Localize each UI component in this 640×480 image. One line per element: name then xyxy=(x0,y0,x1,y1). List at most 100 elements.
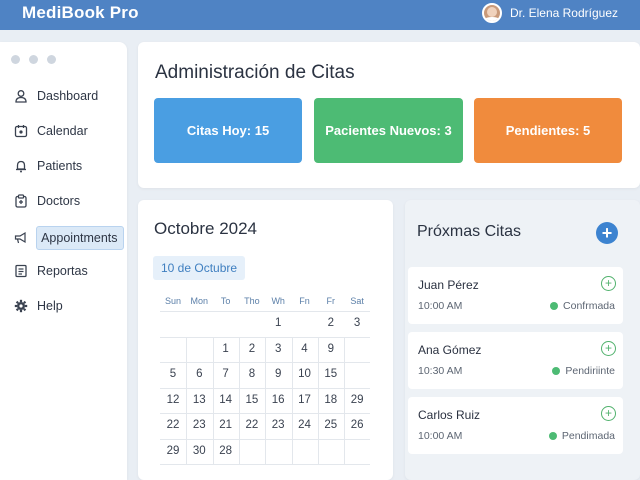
calendar-day[interactable]: 26 xyxy=(344,419,370,431)
status-text: Confrmada xyxy=(563,300,615,312)
calendar-day[interactable]: 4 xyxy=(292,343,318,355)
calendar-day[interactable]: 7 xyxy=(213,368,239,380)
weekday-label: Sun xyxy=(164,296,181,306)
calendar-day[interactable]: 2 xyxy=(239,343,265,355)
sidebar-item-dashboard[interactable]: Dashboard xyxy=(12,84,124,108)
appointment-time: 10:00 AM xyxy=(418,430,463,442)
sidebar-item-label: Doctors xyxy=(37,194,81,208)
calendar-day[interactable]: 22 xyxy=(160,419,186,431)
calendar-day[interactable]: 23 xyxy=(186,419,212,431)
add-circle-icon[interactable]: + xyxy=(601,406,616,421)
sidebar-item-appointments[interactable]: Appointments xyxy=(12,226,124,250)
calendar-day[interactable]: 18 xyxy=(318,394,344,406)
calendar-day[interactable]: 12 xyxy=(160,394,186,406)
calendar-day[interactable]: 30 xyxy=(186,445,212,457)
sidebar-item-doctors[interactable]: Doctors xyxy=(12,189,124,213)
upcoming-title: Próxmas Citas xyxy=(417,223,522,240)
user-menu[interactable]: Dr. Elena Rodríguez xyxy=(481,0,618,26)
grid-line xyxy=(160,311,371,312)
calendar-day[interactable]: 15 xyxy=(318,368,344,380)
top-bar: MediBook Pro Dr. Elena Rodríguez xyxy=(0,0,640,30)
patient-name: Ana Gómez xyxy=(418,343,482,357)
appointment-card[interactable]: Ana Gómez 10:30 AM + Pendiriinte xyxy=(408,332,623,389)
add-circle-icon[interactable]: + xyxy=(601,276,616,291)
app-title: MediBook Pro xyxy=(22,3,139,22)
status-dot-icon xyxy=(552,367,561,375)
calendar-day[interactable]: 9 xyxy=(265,368,291,380)
megaphone-icon xyxy=(12,229,29,247)
status-badge: Pendimada xyxy=(548,430,615,442)
dot-icon xyxy=(47,55,56,64)
calendar-month-title: Octobre 2024 xyxy=(154,219,258,238)
stat-card-new-patients[interactable]: Pacientes Nuevos: 3 xyxy=(314,98,463,163)
user-icon xyxy=(12,87,30,105)
gear-icon xyxy=(12,297,30,315)
calendar-day[interactable]: 23 xyxy=(265,419,291,431)
add-circle-icon[interactable]: + xyxy=(601,341,616,356)
sidebar-item-label: Patients xyxy=(37,159,83,173)
sidebar: Dashboard Calendar Patients Doctors Appo… xyxy=(0,42,127,480)
weekday-label: To xyxy=(220,296,231,306)
calendar-day[interactable]: 29 xyxy=(344,394,370,406)
calendar-day[interactable]: 1 xyxy=(213,343,239,355)
calendar-day[interactable]: 6 xyxy=(186,368,212,380)
calendar-day[interactable]: 21 xyxy=(213,419,239,431)
weekday-label: Fn xyxy=(299,296,310,306)
sidebar-item-patients[interactable]: Patients xyxy=(12,154,124,178)
calendar-day[interactable]: 17 xyxy=(292,394,318,406)
upcoming-panel: Próxmas Citas + Juan Pérez 10:00 AM + Co… xyxy=(405,200,640,480)
stat-card-today[interactable]: Citas Hoy: 15 xyxy=(154,98,302,163)
calendar-icon xyxy=(12,122,30,140)
calendar-day[interactable]: 24 xyxy=(292,419,318,431)
sidebar-item-calendar[interactable]: Calendar xyxy=(12,119,124,143)
sidebar-item-label: Appointments xyxy=(36,226,124,250)
status-dot-icon xyxy=(548,432,557,440)
weekday-label: Fr xyxy=(326,296,336,306)
status-badge: Pendiriinte xyxy=(552,365,615,377)
calendar-day[interactable]: 5 xyxy=(160,368,186,380)
bell-icon xyxy=(12,157,30,175)
window-dots xyxy=(11,55,56,64)
user-name: Dr. Elena Rodríguez xyxy=(509,6,618,20)
stat-card-pending[interactable]: Pendientes: 5 xyxy=(474,98,622,163)
calendar-day[interactable]: 16 xyxy=(265,394,291,406)
add-appointment-button[interactable]: + xyxy=(596,222,618,244)
weekday-label: Sat xyxy=(350,296,364,306)
calendar-day[interactable]: 29 xyxy=(160,445,186,457)
appointment-card[interactable]: Carlos Ruiz 10:00 AM + Pendimada xyxy=(408,397,623,454)
sidebar-item-label: Dashboard xyxy=(37,89,99,103)
calendar-day[interactable]: 28 xyxy=(213,445,239,457)
calendar-day[interactable]: 25 xyxy=(318,419,344,431)
selected-date-chip[interactable]: 10 de Octubre xyxy=(153,256,246,280)
weekday-label: Tho xyxy=(244,296,260,306)
clipboard-icon xyxy=(12,192,30,210)
status-text: Pendimada xyxy=(561,430,615,442)
calendar-day[interactable]: 9 xyxy=(318,343,344,355)
sidebar-item-label: Help xyxy=(37,299,63,313)
dot-icon xyxy=(11,55,20,64)
status-text: Pendiriinte xyxy=(565,365,615,377)
status-dot-icon xyxy=(550,302,559,310)
admin-panel: Administración de Citas Citas Hoy: 15 Pa… xyxy=(138,42,640,188)
grid-line xyxy=(160,464,371,465)
calendar-day[interactable]: 2 xyxy=(318,317,344,329)
document-icon xyxy=(12,262,30,280)
sidebar-item-label: Reportas xyxy=(37,264,88,278)
calendar-day[interactable]: 14 xyxy=(213,394,239,406)
sidebar-item-help[interactable]: Help xyxy=(12,294,124,318)
calendar-day[interactable]: 10 xyxy=(292,368,318,380)
avatar[interactable] xyxy=(481,3,502,23)
calendar-day[interactable]: 3 xyxy=(265,343,291,355)
calendar-day[interactable]: 1 xyxy=(265,317,291,329)
appointment-time: 10:30 AM xyxy=(418,365,463,377)
calendar-day[interactable]: 3 xyxy=(344,317,370,329)
appointment-time: 10:00 AM xyxy=(418,300,463,312)
appointment-card[interactable]: Juan Pérez 10:00 AM + Confrmada xyxy=(408,267,623,324)
calendar-day[interactable]: 22 xyxy=(239,419,265,431)
calendar-day[interactable]: 15 xyxy=(239,394,265,406)
calendar-day[interactable]: 13 xyxy=(186,394,212,406)
sidebar-item-reports[interactable]: Reportas xyxy=(12,259,124,283)
calendar-day[interactable]: 8 xyxy=(239,368,265,380)
sidebar-item-label: Calendar xyxy=(37,124,88,138)
weekday-label: Mon xyxy=(190,296,209,306)
